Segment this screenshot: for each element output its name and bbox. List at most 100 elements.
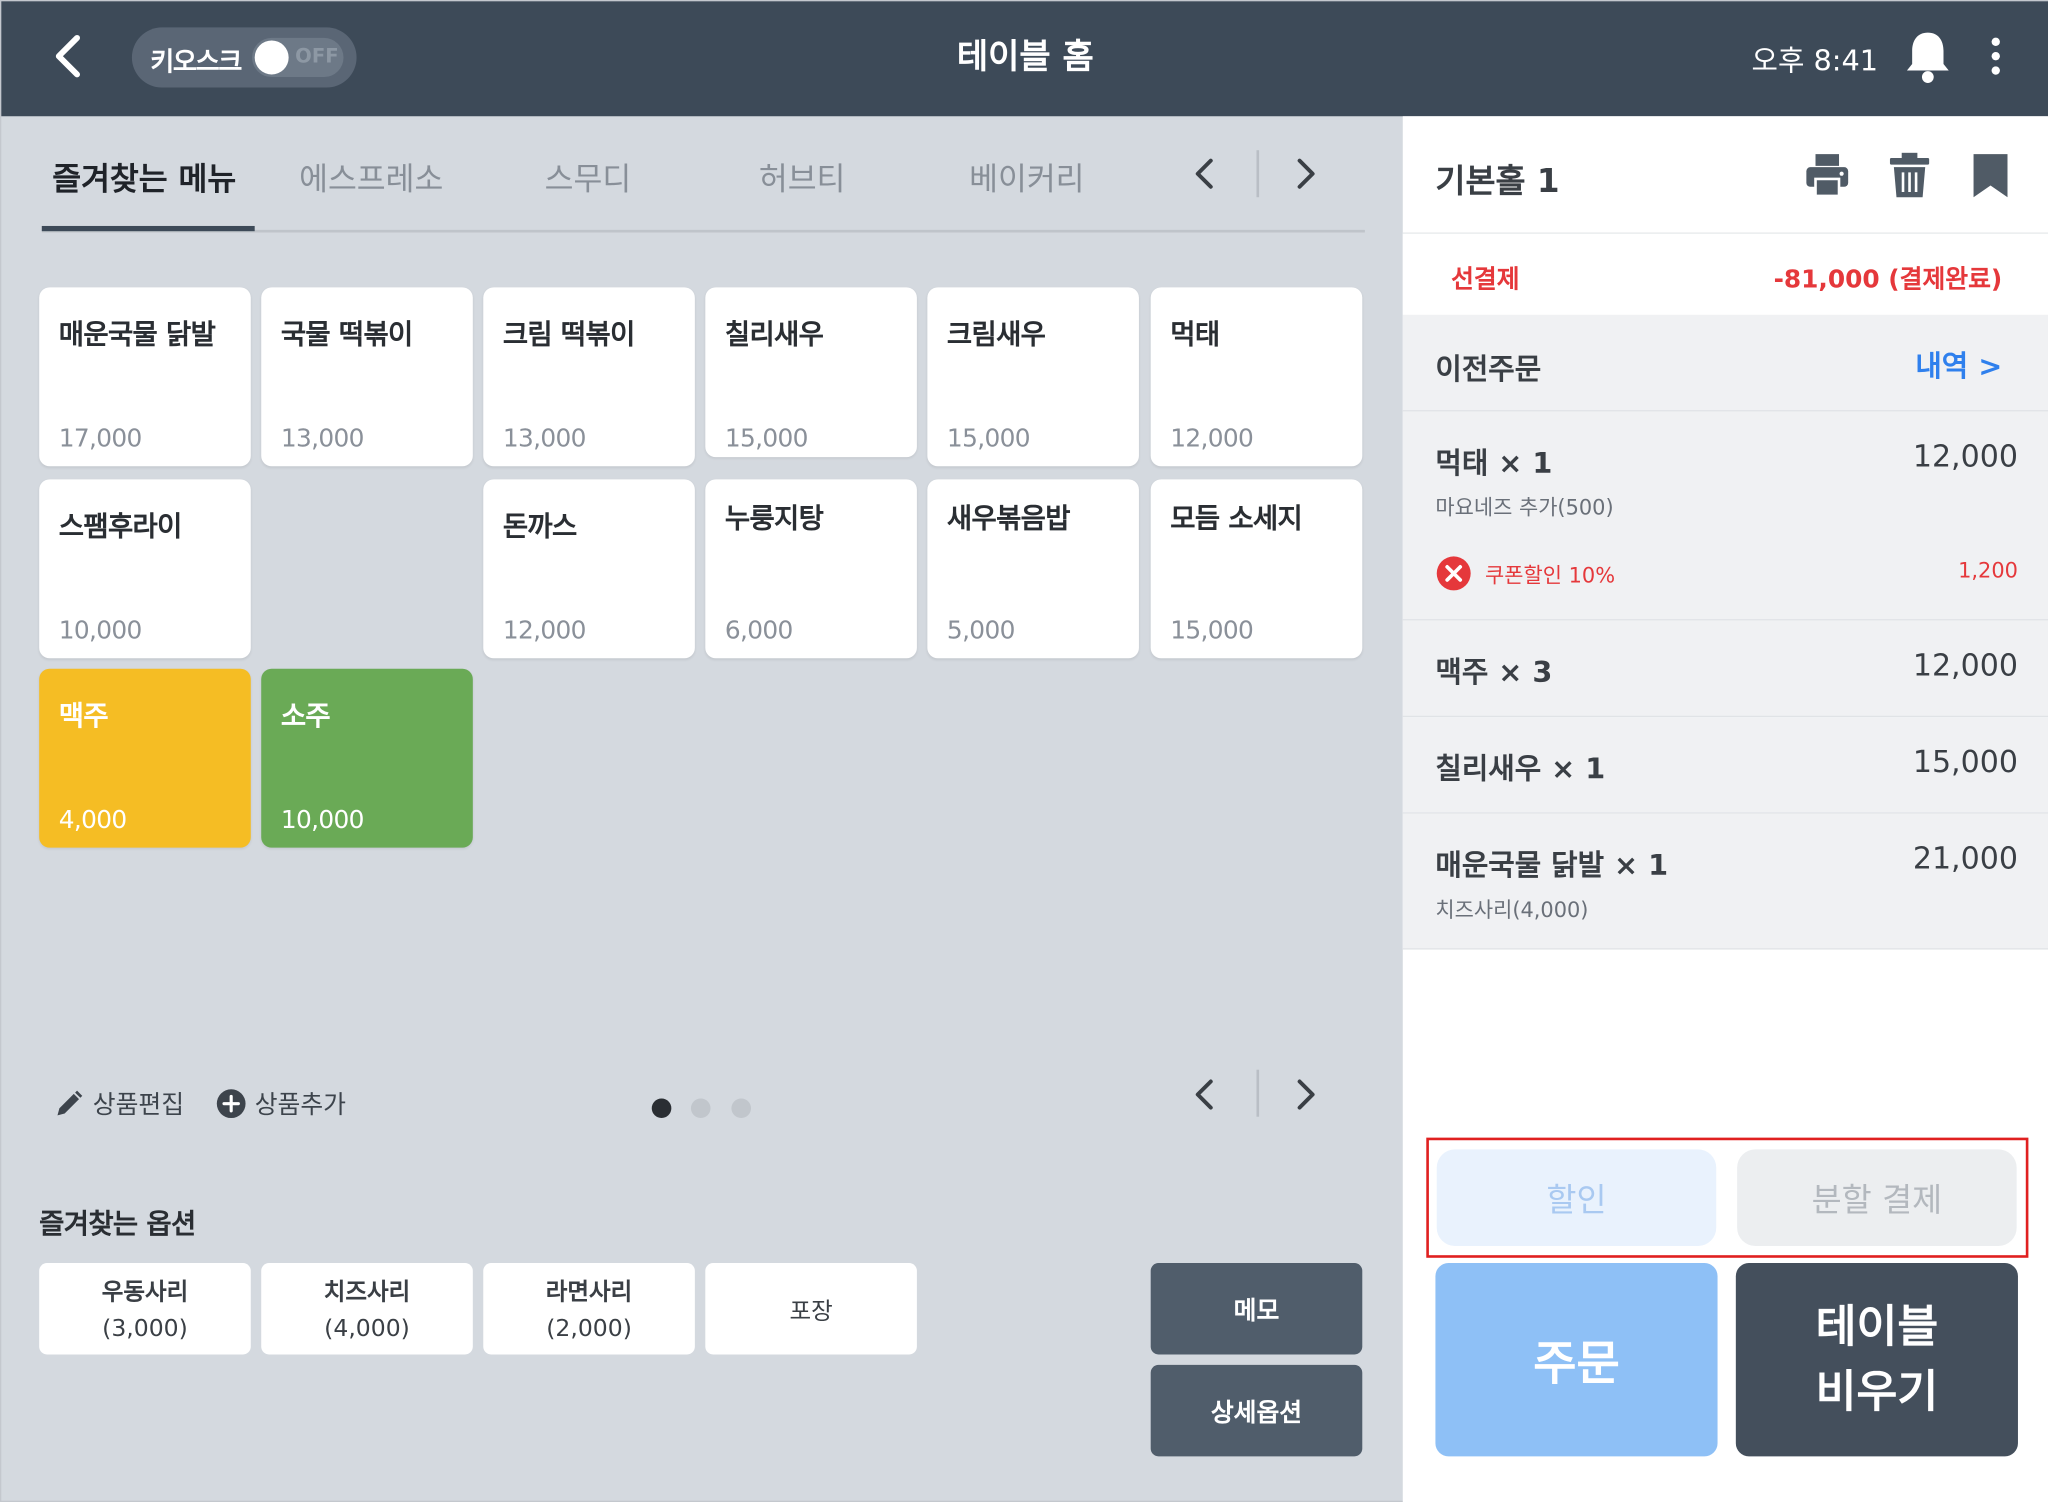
order-line-name: 맥주 × 3 bbox=[1435, 656, 1553, 690]
order-line-price: 15,000 bbox=[1912, 745, 2018, 780]
order-line[interactable]: 매운국물 닭발 × 1 21,000 치즈사리(4,000) bbox=[1402, 813, 2048, 950]
menu-item[interactable]: 돈까스 12,000 bbox=[483, 479, 695, 659]
active-tab-indicator bbox=[41, 225, 255, 232]
order-line-option: 치즈사리(4,000) bbox=[1435, 897, 1589, 923]
menu-item[interactable]: 소주 10,000 bbox=[261, 668, 473, 848]
option-item[interactable]: 치즈사리 (4,000) bbox=[261, 1263, 473, 1355]
plus-circle-icon bbox=[216, 1088, 246, 1118]
menu-item[interactable]: 맥주 4,000 bbox=[39, 668, 251, 848]
menu-item-name: 칠리새우 bbox=[724, 318, 824, 351]
table-name: 기본홀 1 bbox=[1435, 161, 1560, 200]
order-history-link[interactable]: 내역 > bbox=[1915, 344, 2002, 386]
order-line-name: 칠리새우 × 1 bbox=[1435, 753, 1606, 787]
menu-item-name: 매운국물 닭발 bbox=[58, 318, 216, 351]
discount-button[interactable]: 할인 bbox=[1436, 1149, 1717, 1247]
split-payment-button[interactable]: 분할 결제 bbox=[1737, 1149, 2017, 1247]
clear-table-button[interactable]: 테이블 비우기 bbox=[1735, 1263, 2018, 1457]
remove-icon bbox=[1436, 556, 1471, 591]
prepayment-label: 선결제 bbox=[1451, 265, 1520, 294]
category-tabs: 즐겨찾는 메뉴 에스프레소 스무디 허브티 베이커리 bbox=[1, 116, 1401, 234]
menu-item-price: 5,000 bbox=[946, 616, 1015, 646]
tab-herbtea[interactable]: 허브티 bbox=[759, 153, 846, 199]
menu-item[interactable]: 먹태 12,000 bbox=[1150, 287, 1363, 467]
menu-item[interactable]: 모듬 소세지 15,000 bbox=[1150, 479, 1363, 659]
order-button[interactable]: 주문 bbox=[1435, 1263, 1718, 1457]
menu-item[interactable]: 크림새우 15,000 bbox=[927, 287, 1139, 467]
option-item[interactable]: 라면사리 (2,000) bbox=[483, 1263, 695, 1355]
menu-item-name: 누룽지탕 bbox=[724, 502, 824, 535]
previous-orders-label: 이전주문 bbox=[1435, 353, 1542, 387]
menu-item-name: 스팸후라이 bbox=[58, 510, 183, 543]
more-menu-icon[interactable] bbox=[1974, 30, 2018, 82]
menu-item-price: 12,000 bbox=[1170, 424, 1254, 454]
trash-icon[interactable] bbox=[1886, 150, 1933, 200]
menu-item[interactable]: 누룽지탕 6,000 bbox=[705, 479, 917, 659]
order-line-price: 12,000 bbox=[1912, 649, 2018, 684]
top-bar: 키오스크 OFF 테이블 홈 오후 8:41 bbox=[1, 1, 2048, 117]
order-line-name: 먹태 × 1 bbox=[1435, 447, 1553, 481]
menu-item[interactable]: 스팸후라이 10,000 bbox=[39, 479, 251, 659]
menu-item-price: 15,000 bbox=[724, 424, 809, 454]
bookmark-icon[interactable] bbox=[1967, 150, 2014, 200]
printer-icon[interactable] bbox=[1804, 150, 1851, 200]
tab-favorites[interactable]: 즐겨찾는 메뉴 bbox=[52, 153, 236, 199]
tab-bakery[interactable]: 베이커리 bbox=[969, 153, 1084, 199]
menu-item[interactable]: 매운국물 닭발 17,000 bbox=[39, 287, 251, 467]
order-line[interactable]: 맥주 × 3 12,000 bbox=[1402, 620, 2048, 718]
menu-item-name: 크림새우 bbox=[946, 318, 1046, 351]
previous-orders-row: 이전주문 내역 > bbox=[1402, 314, 2048, 412]
panel-header: 기본홀 1 bbox=[1402, 116, 2048, 234]
menu-next-page-icon[interactable] bbox=[1280, 1066, 1332, 1123]
menu-item-price: 15,000 bbox=[946, 424, 1031, 454]
option-name: 포장 bbox=[789, 1298, 833, 1326]
edit-products-label: 상품편집 bbox=[92, 1090, 185, 1120]
menu-item-price: 13,000 bbox=[502, 424, 587, 454]
memo-button[interactable]: 메모 bbox=[1150, 1263, 1363, 1355]
menu-item-name: 먹태 bbox=[1170, 318, 1220, 351]
detail-options-button[interactable]: 상세옵션 bbox=[1150, 1364, 1363, 1457]
kiosk-pill: 키오스크 OFF bbox=[131, 27, 357, 88]
pencil-icon bbox=[57, 1089, 83, 1115]
menu-item-name: 크림 떡볶이 bbox=[502, 318, 635, 351]
back-icon[interactable] bbox=[40, 27, 97, 84]
option-item[interactable]: 포장 bbox=[705, 1263, 917, 1355]
tab-prev-icon[interactable] bbox=[1178, 145, 1230, 202]
menu-item-price: 10,000 bbox=[58, 616, 143, 646]
menu-item-price: 10,000 bbox=[280, 805, 365, 835]
menu-item[interactable]: 새우볶음밥 5,000 bbox=[927, 479, 1139, 659]
order-line-price: 21,000 bbox=[1912, 842, 2018, 877]
menu-item-name: 돈까스 bbox=[502, 510, 577, 543]
menu-item-price: 4,000 bbox=[58, 805, 127, 835]
menu-item-name: 소주 bbox=[280, 700, 331, 732]
tab-espresso[interactable]: 에스프레소 bbox=[299, 153, 443, 199]
menu-item[interactable]: 크림 떡볶이 13,000 bbox=[483, 287, 695, 467]
page-dot-active[interactable] bbox=[651, 1098, 672, 1119]
tab-next-icon[interactable] bbox=[1280, 145, 1332, 202]
option-price: (3,000) bbox=[102, 1315, 188, 1343]
page-title: 테이블 홈 bbox=[956, 37, 1094, 78]
menu-item[interactable]: 국물 떡볶이 13,000 bbox=[261, 287, 473, 467]
menu-item[interactable]: 칠리새우 15,000 bbox=[705, 287, 917, 458]
bell-icon[interactable] bbox=[1900, 27, 1955, 84]
remove-coupon-button[interactable]: 쿠폰할인 10% bbox=[1435, 555, 1615, 592]
menu-item-name: 모듬 소세지 bbox=[1170, 502, 1303, 535]
option-price: (2,000) bbox=[546, 1315, 632, 1343]
add-product-button[interactable]: 상품추가 bbox=[216, 1085, 346, 1120]
arrow-divider bbox=[1256, 1069, 1260, 1117]
menu-prev-page-icon[interactable] bbox=[1178, 1066, 1230, 1123]
option-item[interactable]: 우동사리 (3,000) bbox=[39, 1263, 251, 1355]
kiosk-toggle[interactable]: OFF bbox=[252, 37, 344, 78]
menu-item-price: 15,000 bbox=[1170, 616, 1254, 646]
favorite-options-title: 즐겨찾는 옵션 bbox=[39, 1208, 196, 1240]
kiosk-state: OFF bbox=[295, 44, 339, 68]
coupon-label: 쿠폰할인 10% bbox=[1485, 562, 1616, 588]
edit-products-button[interactable]: 상품편집 bbox=[54, 1085, 185, 1120]
option-name: 우동사리 bbox=[101, 1278, 189, 1307]
tab-smoothie[interactable]: 스무디 bbox=[545, 153, 632, 199]
menu-item-price: 13,000 bbox=[280, 424, 365, 454]
order-line[interactable]: 칠리새우 × 1 15,000 bbox=[1402, 717, 2048, 814]
option-name: 치즈사리 bbox=[323, 1278, 411, 1307]
page-dot[interactable] bbox=[690, 1098, 711, 1119]
page-dot[interactable] bbox=[731, 1098, 752, 1119]
order-line[interactable]: 먹태 × 1 12,000 마요네즈 추가(500) 쿠폰할인 10% 1,20… bbox=[1402, 411, 2048, 621]
